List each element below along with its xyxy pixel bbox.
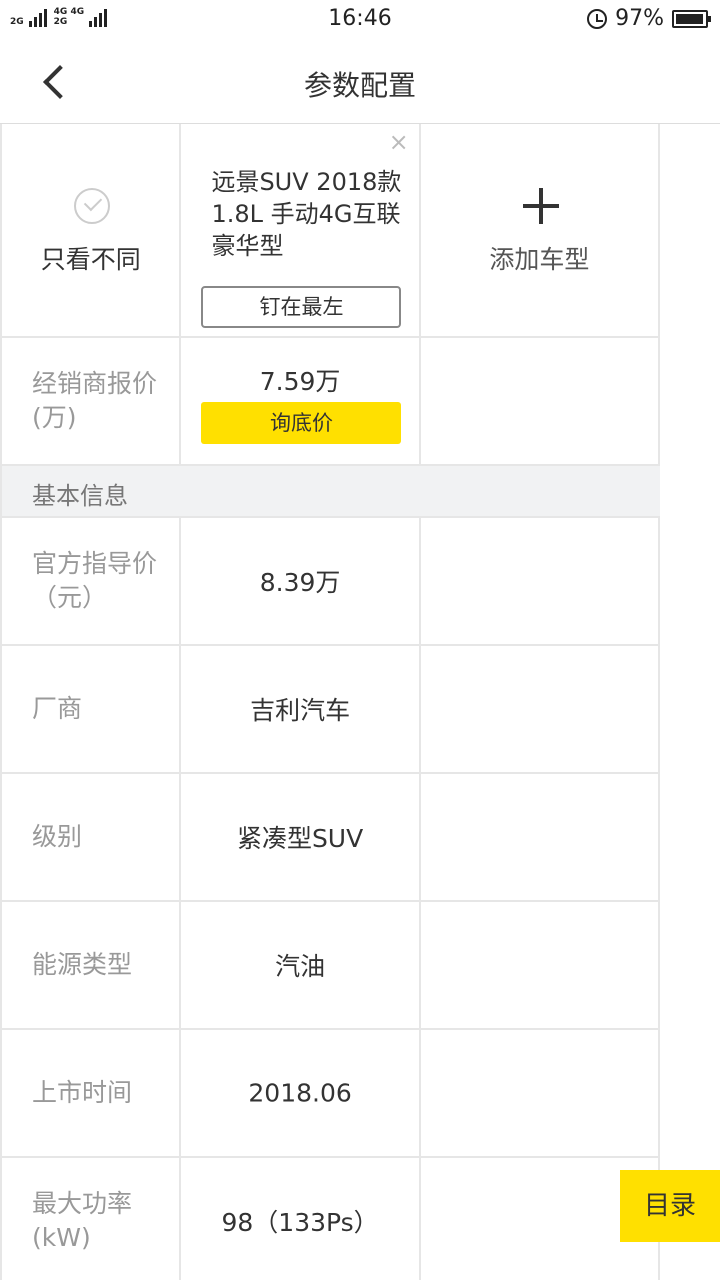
row-label: 厂商 (32, 694, 83, 723)
row-label-cell: 最大功率(kW) (2, 1158, 182, 1280)
row-value-cell: 吉利汽车 (181, 646, 421, 772)
battery-fill (676, 13, 704, 24)
status-right: 97% (587, 6, 711, 31)
row-label-cell: 能源类型 (2, 902, 182, 1028)
add-car-cell[interactable]: 添加车型 (421, 124, 660, 336)
row-value-cell: 8.39万 (181, 518, 421, 644)
row-label-cell: 经销商报价(万) (2, 338, 182, 464)
toc-button[interactable]: 目录 (620, 1170, 720, 1242)
close-icon[interactable]: × (389, 128, 409, 156)
compare-header-row: 只看不同 × 远景SUV 2018款 1.8L 手动4G互联豪华型 钉在最左 添… (0, 124, 660, 338)
row-value-cell: 2018.06 (181, 1030, 421, 1156)
row-label: 经销商报价(万) (32, 369, 158, 432)
only-diff-toggle[interactable]: 只看不同 (2, 124, 182, 336)
row-value-cell: 汽油 (181, 902, 421, 1028)
pin-left-button[interactable]: 钉在最左 (201, 286, 402, 328)
empty-cell (421, 902, 660, 1028)
table-row: 最大功率(kW) 98（133Ps） (0, 1158, 660, 1280)
row-label: 上市时间 (32, 1078, 133, 1107)
row-value-cell: 98（133Ps） (181, 1158, 421, 1280)
row-label: 官方指导价（元） (32, 549, 158, 612)
only-diff-label: 只看不同 (40, 245, 141, 274)
plus-icon[interactable] (522, 188, 559, 224)
table-row: 能源类型 汽油 (0, 902, 660, 1030)
empty-cell (421, 774, 660, 900)
section-header: 基本信息 (0, 466, 660, 518)
empty-cell (421, 518, 660, 644)
check-circle-icon[interactable] (74, 188, 110, 224)
empty-cell (421, 646, 660, 772)
status-bar: 2G 4G 4G 2G 16:46 97% (0, 0, 720, 38)
row-value: 98（133Ps） (221, 1208, 379, 1237)
row-label-cell: 厂商 (2, 646, 182, 772)
alarm-icon (587, 8, 608, 29)
empty-cell (421, 338, 660, 464)
row-value: 紧凑型SUV (236, 824, 364, 853)
section-title: 基本信息 (32, 482, 128, 510)
table-row: 官方指导价（元） 8.39万 (0, 518, 660, 646)
battery-icon (672, 9, 711, 28)
row-label: 级别 (32, 822, 83, 851)
row-value-cell: 紧凑型SUV (181, 774, 421, 900)
row-value-cell: 7.59万 询底价 (181, 338, 421, 464)
table-row: 级别 紧凑型SUV (0, 774, 660, 902)
add-car-label: 添加车型 (489, 245, 590, 274)
row-value: 吉利汽车 (250, 696, 351, 725)
nav-header: 参数配置 (0, 38, 720, 124)
row-value: 2018.06 (248, 1078, 352, 1108)
car-column-header: × 远景SUV 2018款 1.8L 手动4G互联豪华型 钉在最左 (181, 124, 421, 336)
row-value: 8.39万 (259, 568, 341, 597)
empty-cell (421, 1030, 660, 1156)
row-label-cell: 官方指导价（元） (2, 518, 182, 644)
table-row: 厂商 吉利汽车 (0, 646, 660, 774)
ask-lowest-price-button[interactable]: 询底价 (201, 402, 402, 444)
table-row: 上市时间 2018.06 (0, 1030, 660, 1158)
row-label: 最大功率(kW) (32, 1189, 133, 1252)
battery-percent: 97% (615, 6, 664, 31)
dealer-price-row: 经销商报价(万) 7.59万 询底价 (0, 338, 660, 466)
dealer-price-value: 7.59万 (259, 367, 341, 396)
row-label: 能源类型 (32, 950, 133, 979)
page-title: 参数配置 (303, 69, 416, 102)
row-value: 汽油 (275, 952, 326, 981)
car-model-name: 远景SUV 2018款 1.8L 手动4G互联豪华型 (211, 168, 402, 260)
row-label-cell: 级别 (2, 774, 182, 900)
row-label-cell: 上市时间 (2, 1030, 182, 1156)
compare-table: 只看不同 × 远景SUV 2018款 1.8L 手动4G互联豪华型 钉在最左 添… (0, 124, 660, 1280)
